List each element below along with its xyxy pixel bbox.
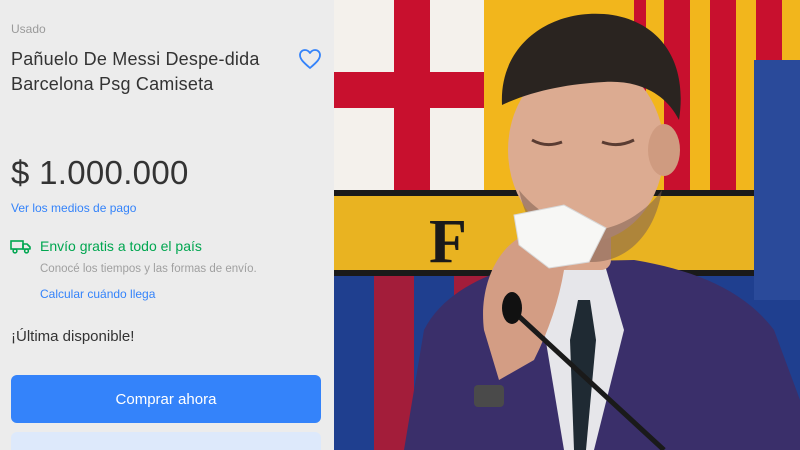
buy-now-button[interactable]: Comprar ahora [11,375,321,423]
truck-icon [10,240,31,254]
free-shipping-label: Envío gratis a todo el país [40,238,202,254]
shipping-info-text: Conocé los tiempos y las formas de envío… [40,263,257,275]
stock-note: ¡Última disponible! [11,328,135,345]
product-listing-panel: Usado Pañuelo De Messi Despe-dida Barcel… [0,0,334,450]
heart-icon [299,49,321,69]
favorite-button[interactable] [297,46,323,72]
product-price: $ 1.000.000 [11,154,189,191]
crest-cross [334,0,484,190]
calculate-delivery-link[interactable]: Calcular cuándo llega [40,287,155,301]
payment-methods-link[interactable]: Ver los medios de pago [11,201,136,215]
press-conference-photo: F [334,0,800,450]
product-title: Pañuelo De Messi Despe-dida Barcelona Ps… [11,49,260,94]
crest-letter: F [429,208,467,276]
item-condition: Usado [11,22,46,36]
photo-illustration: F [334,0,800,450]
add-to-cart-button[interactable] [11,432,321,450]
